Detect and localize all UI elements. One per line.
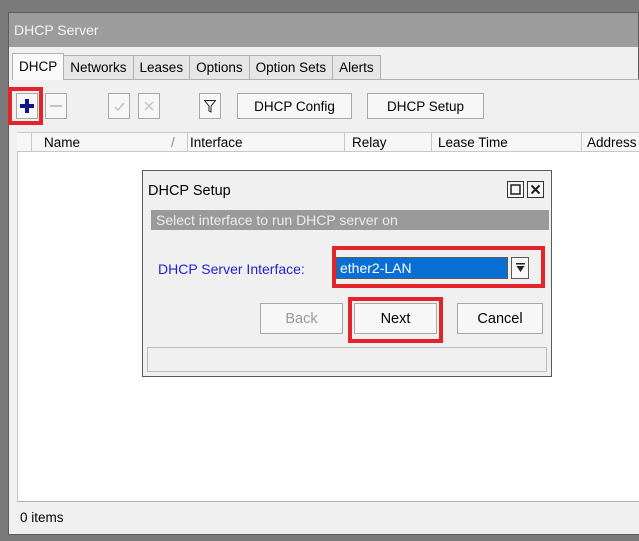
check-icon: [113, 102, 125, 111]
remove-button[interactable]: [45, 93, 67, 119]
column-header-interface[interactable]: Interface: [187, 133, 344, 151]
column-header-address[interactable]: Address: [581, 133, 639, 151]
dropdown-button[interactable]: [511, 257, 529, 279]
status-bar: 0 items: [17, 501, 639, 531]
close-icon: [530, 184, 541, 195]
disable-button[interactable]: [138, 93, 160, 119]
dhcp-server-interface-select[interactable]: ether2-LAN: [336, 257, 508, 279]
column-label-name: Name: [44, 135, 81, 150]
tab-options[interactable]: Options: [189, 55, 250, 79]
column-header-lease-time[interactable]: Lease Time: [431, 133, 581, 151]
filter-icon: [204, 99, 216, 113]
dialog-title: DHCP Setup: [148, 183, 231, 199]
column-label-lease-time: Lease Time: [438, 135, 508, 150]
tab-leases[interactable]: Leases: [132, 55, 191, 79]
filter-button[interactable]: [199, 93, 221, 119]
column-label-relay: Relay: [352, 135, 387, 150]
maximize-button[interactable]: [507, 181, 524, 198]
dhcp-server-interface-label: DHCP Server Interface:: [158, 261, 305, 277]
dropdown-arrow-icon: [515, 263, 525, 272]
dhcp-setup-dialog: DHCP Setup Select interface to run DHCP …: [142, 170, 552, 377]
close-button[interactable]: [527, 181, 544, 198]
add-button[interactable]: [16, 93, 38, 119]
plus-icon: [20, 99, 34, 113]
tab-alerts[interactable]: Alerts: [332, 55, 381, 79]
column-label-interface: Interface: [190, 135, 243, 150]
cancel-button[interactable]: Cancel: [457, 303, 543, 334]
dialog-description: Select interface to run DHCP server on: [151, 210, 549, 230]
tab-bar: DHCP Networks Leases Options Option Sets…: [12, 53, 381, 80]
x-icon: [144, 101, 154, 111]
column-header-relay[interactable]: Relay: [344, 133, 431, 151]
minus-icon: [50, 105, 62, 107]
dialog-status-bar: [147, 347, 547, 372]
next-button[interactable]: Next: [354, 303, 437, 334]
toolbar: DHCP Config DHCP Setup: [8, 80, 639, 132]
dhcp-setup-button[interactable]: DHCP Setup: [367, 93, 484, 119]
dhcp-config-button[interactable]: DHCP Config: [237, 93, 352, 119]
back-button[interactable]: Back: [260, 303, 343, 334]
table-header: Name / Interface Relay Lease Time Addres…: [17, 132, 639, 152]
tab-option-sets[interactable]: Option Sets: [248, 55, 334, 79]
tab-networks[interactable]: Networks: [63, 55, 134, 79]
window-title: DHCP Server: [14, 22, 99, 38]
maximize-icon: [510, 184, 521, 195]
column-header-name[interactable]: Name: [31, 133, 171, 151]
items-count: 0 items: [20, 510, 64, 525]
tab-dhcp[interactable]: DHCP: [12, 53, 65, 80]
enable-button[interactable]: [108, 93, 130, 119]
column-label-address: Address: [587, 135, 637, 150]
window-titlebar[interactable]: DHCP Server: [9, 13, 638, 47]
